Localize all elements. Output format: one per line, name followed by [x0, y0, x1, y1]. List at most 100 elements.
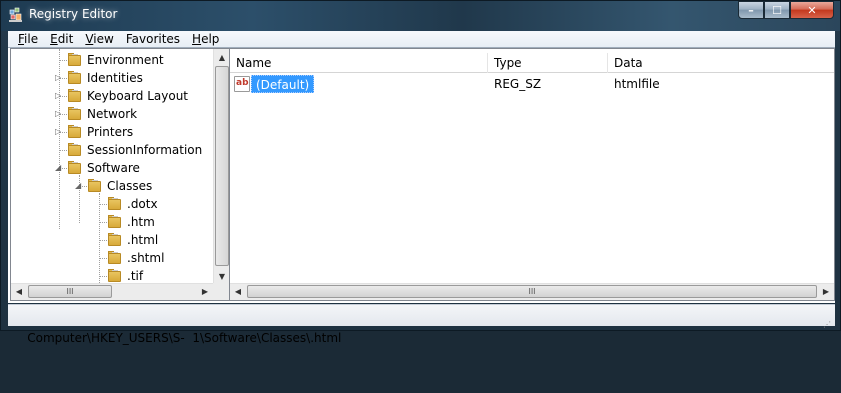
scroll-corner: [213, 283, 230, 300]
scroll-right-arrow-icon[interactable]: ▶: [818, 284, 834, 300]
scroll-up-arrow-icon[interactable]: ▲: [214, 49, 230, 66]
tree-item-label: .html: [127, 233, 159, 247]
menu-view[interactable]: View: [79, 32, 119, 46]
tree-item-label: .tif: [127, 269, 144, 283]
value-name[interactable]: (Default): [251, 75, 315, 93]
caption-buttons: – ☐ ✕: [738, 1, 834, 19]
tree-item-label: SessionInformation: [87, 143, 203, 157]
registry-editor-icon: [9, 7, 22, 22]
tree-connector: [59, 60, 67, 61]
menu-favorites[interactable]: Favorites: [120, 32, 186, 46]
tree-connector: [99, 258, 107, 259]
tree-connector: [99, 222, 107, 223]
tree-vertical-scrollbar[interactable]: ▲ ▼: [213, 49, 230, 285]
menu-favorites-label: avorites: [131, 32, 181, 46]
menu-view-label: iew: [93, 32, 114, 46]
expand-arrow-icon[interactable]: ▷: [55, 73, 64, 82]
tree-item-dot-dotx[interactable]: .dotx: [107, 195, 158, 213]
tree-connector: [59, 150, 67, 151]
scroll-left-arrow-icon[interactable]: ◀: [230, 284, 246, 300]
collapse-arrow-icon[interactable]: ◢: [55, 163, 64, 172]
resize-grip-icon[interactable]: ⋰: [823, 314, 833, 329]
menu-edit-label: dit: [57, 32, 74, 46]
folder-icon: [107, 269, 123, 283]
values-list-pane[interactable]: Name Type Data ab (Default) REG_SZ htmlf…: [229, 48, 835, 301]
menu-edit[interactable]: Edit: [44, 32, 79, 46]
minimize-button[interactable]: –: [738, 1, 764, 19]
folder-icon: [107, 197, 123, 211]
folder-icon: [107, 233, 123, 247]
tree-item-keyboard-layout[interactable]: Keyboard Layout: [67, 87, 188, 105]
column-header-data[interactable]: Data: [608, 53, 834, 73]
menu-edit-accel: E: [50, 32, 58, 46]
tree-item-printers[interactable]: Printers: [67, 123, 133, 141]
title-bar[interactable]: Registry Editor – ☐ ✕: [1, 1, 840, 31]
window-title: Registry Editor: [29, 7, 118, 21]
column-header-type[interactable]: Type: [488, 53, 608, 73]
expand-arrow-icon[interactable]: ▷: [55, 91, 64, 100]
folder-icon: [67, 89, 83, 103]
tree-rows: Environment ▷ Identities ▷ Keyboard Layout ▷ N…: [11, 49, 211, 285]
list-header: Name Type Data: [230, 53, 834, 73]
folder-icon: [67, 107, 83, 121]
list-row[interactable]: ab (Default) REG_SZ htmlfile: [230, 74, 834, 94]
tree-item-label: Identities: [87, 71, 143, 85]
tree-connector: [99, 204, 107, 205]
list-horizontal-scrollbar[interactable]: ◀ III ▶: [230, 283, 834, 300]
tree-connector: [99, 193, 100, 283]
tree-connector: [99, 276, 107, 277]
string-value-icon: ab: [234, 76, 250, 92]
tree-item-label: Classes: [107, 179, 153, 193]
registry-editor-window: Registry Editor – ☐ ✕ File Edit View Fav…: [0, 0, 841, 345]
tree-item-sessioninformation[interactable]: SessionInformation: [67, 141, 202, 159]
menu-help-accel: H: [192, 32, 202, 46]
column-header-name[interactable]: Name: [230, 53, 488, 73]
folder-icon: [87, 179, 103, 193]
tree-item-label: .dotx: [127, 197, 158, 211]
tree-item-label: Printers: [87, 125, 134, 139]
collapse-arrow-icon[interactable]: ◢: [75, 181, 84, 190]
tree-item-identities[interactable]: Identities: [67, 69, 143, 87]
expand-arrow-icon[interactable]: ▷: [55, 127, 64, 136]
scroll-right-arrow-icon[interactable]: ▶: [197, 284, 213, 300]
scroll-left-arrow-icon[interactable]: ◀: [11, 284, 27, 300]
tree-item-label: Environment: [87, 53, 164, 67]
folder-icon: [67, 143, 83, 157]
value-data: htmlfile: [614, 77, 660, 91]
tree-item-dot-htm[interactable]: .htm: [107, 213, 155, 231]
close-button[interactable]: ✕: [790, 1, 834, 19]
folder-icon: [107, 215, 123, 229]
folder-icon: [67, 125, 83, 139]
status-bar: Computer\HKEY_USERS\S- 1\Software\Classe…: [8, 304, 835, 345]
tree-item-classes[interactable]: Classes: [87, 177, 152, 195]
key-tree-pane[interactable]: Environment ▷ Identities ▷ Keyboard Layout ▷ N…: [10, 48, 231, 301]
value-type: REG_SZ: [494, 77, 542, 91]
menu-file-label: ile: [24, 32, 39, 46]
client-area: Environment ▷ Identities ▷ Keyboard Layout ▷ N…: [8, 48, 835, 303]
folder-icon: [67, 161, 83, 175]
maximize-button[interactable]: ☐: [764, 1, 790, 19]
folder-icon: [67, 71, 83, 85]
tree-hscroll-thumb[interactable]: III: [28, 285, 112, 298]
tree-horizontal-scrollbar[interactable]: ◀ III ▶: [11, 283, 213, 300]
folder-icon: [107, 251, 123, 265]
menu-file[interactable]: File: [12, 32, 44, 46]
tree-item-software[interactable]: Software: [67, 159, 140, 177]
folder-icon: [67, 53, 83, 67]
tree-vscroll-thumb[interactable]: [215, 66, 229, 266]
tree-item-label: .htm: [127, 215, 155, 229]
tree-item-environment[interactable]: Environment: [67, 51, 164, 69]
menu-help[interactable]: Help: [186, 32, 225, 46]
tree-item-dot-html[interactable]: .html: [107, 231, 158, 249]
menu-help-label: elp: [201, 32, 220, 46]
list-hscroll-thumb[interactable]: III: [247, 285, 817, 298]
tree-item-network[interactable]: Network: [67, 105, 137, 123]
tree-item-label: .shtml: [127, 251, 165, 265]
tree-item-label: Keyboard Layout: [87, 89, 189, 103]
tree-item-dot-shtml[interactable]: .shtml: [107, 249, 164, 267]
menu-bar: File Edit View Favorites Help: [8, 31, 835, 48]
expand-arrow-icon[interactable]: ▷: [55, 109, 64, 118]
tree-connector: [99, 240, 107, 241]
tree-item-label: Network: [87, 107, 138, 121]
status-path: Computer\HKEY_USERS\S- 1\Software\Classe…: [27, 331, 342, 345]
